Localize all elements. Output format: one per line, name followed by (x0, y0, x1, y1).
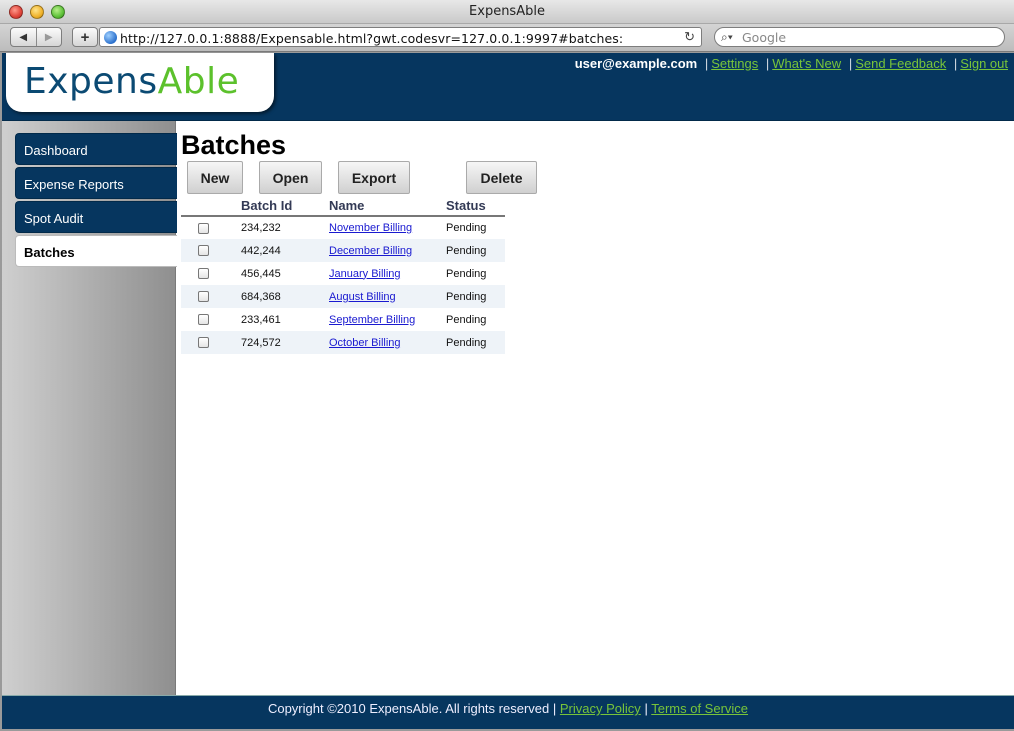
settings-link[interactable]: Settings (711, 56, 758, 71)
sidebar: Dashboard Expense Reports Spot Audit Bat… (2, 121, 177, 695)
nav-separator: | (765, 56, 770, 71)
status-cell: Pending (446, 222, 487, 234)
forward-icon[interactable]: ▶ (35, 28, 62, 46)
batch-id-cell: 233,461 (241, 313, 281, 326)
table-row: 684,368 August Billing Pending (181, 285, 505, 308)
row-checkbox[interactable] (198, 268, 209, 280)
row-checkbox[interactable] (198, 291, 209, 303)
add-bookmark-icon[interactable]: + (72, 27, 98, 47)
batch-name-link[interactable]: August Billing (329, 291, 396, 303)
back-icon[interactable]: ◀ (11, 28, 36, 46)
row-select-cell (181, 308, 241, 331)
status-cell: Pending (446, 285, 505, 308)
batch-name-link[interactable]: December Billing (329, 245, 412, 257)
name-cell: January Billing (329, 262, 446, 285)
batch-id-cell: 684,368 (241, 285, 329, 308)
status-cell: Pending (446, 267, 487, 280)
search-placeholder: Google (742, 30, 787, 45)
browser-toolbar: ◀ ▶ + http://127.0.0.1:8888/Expensable.h… (0, 24, 1014, 52)
name-cell: September Billing (329, 308, 446, 331)
row-select-cell (181, 331, 241, 354)
batch-name-link[interactable]: September Billing (329, 314, 415, 326)
row-checkbox[interactable] (198, 337, 209, 349)
sidebar-item-spot-audit[interactable]: Spot Audit (15, 201, 177, 233)
status-column-header[interactable]: Status (446, 196, 505, 217)
row-select-cell (181, 262, 241, 285)
footer-separator: | (644, 701, 648, 716)
row-checkbox[interactable] (198, 222, 209, 234)
table-row: 724,572 October Billing Pending (181, 331, 505, 354)
nav-buttons: ◀ ▶ (10, 27, 62, 47)
top-nav: user@example.com | Settings | What's New |… (575, 56, 1008, 71)
globe-icon (104, 31, 117, 44)
reload-icon[interactable]: ↻ (684, 29, 695, 45)
status-cell: Pending (446, 239, 505, 262)
name-cell: August Billing (329, 285, 446, 308)
privacy-policy-link[interactable]: Privacy Policy (560, 701, 641, 716)
sidebar-item-dashboard[interactable]: Dashboard (15, 133, 177, 165)
delete-button[interactable]: Delete (466, 161, 537, 194)
row-checkbox[interactable] (198, 245, 209, 257)
new-button[interactable]: New (187, 161, 243, 194)
page: ExpensAble user@example.com | Settings | W… (2, 53, 1014, 729)
row-select-cell (181, 285, 241, 308)
user-email: user@example.com (574, 56, 698, 71)
url-text[interactable]: http://127.0.0.1:8888/Expensable.html?gw… (120, 31, 623, 46)
batches-table: Batch Id Name Status 234,232 November Bi… (181, 196, 505, 354)
page-title: Batches (181, 130, 287, 160)
sidebar-item-expense-reports[interactable]: Expense Reports (15, 167, 177, 199)
batch-name-link[interactable]: October Billing (329, 337, 401, 349)
table-row: 233,461 September Billing Pending (181, 308, 505, 331)
batch-id-cell: 442,244 (241, 239, 329, 262)
logo-text: ExpensAble (24, 61, 239, 102)
batch-id-cell: 234,232 (241, 222, 281, 234)
terms-of-service-link[interactable]: Terms of Service (651, 701, 748, 716)
app-footer: Copyright ©2010 ExpensAble. All rights r… (2, 695, 1014, 729)
copyright-text: Copyright ©2010 ExpensAble. All rights r… (267, 701, 550, 716)
batch-id-cell: 456,445 (241, 267, 281, 280)
logo-text-part2: Able (157, 61, 240, 102)
name-cell: October Billing (329, 331, 446, 354)
app-header: ExpensAble user@example.com | Settings | W… (2, 53, 1014, 121)
export-button[interactable]: Export (338, 161, 410, 194)
batch-id-column-header[interactable]: Batch Id (241, 196, 329, 217)
logo-text-part1: Expens (24, 61, 158, 102)
address-bar[interactable]: http://127.0.0.1:8888/Expensable.html?gw… (99, 27, 702, 47)
name-column-header[interactable]: Name (329, 196, 446, 217)
row-select-cell (181, 239, 241, 262)
search-input[interactable]: ⌕▾ Google (714, 27, 1005, 47)
name-cell: December Billing (329, 239, 446, 262)
table-header-row: Batch Id Name Status (181, 196, 505, 217)
search-icon[interactable]: ⌕▾ (721, 30, 733, 45)
table-row: 234,232 November Billing Pending (181, 216, 505, 239)
row-checkbox[interactable] (198, 314, 209, 326)
nav-separator: | (848, 56, 853, 71)
status-cell: Pending (446, 331, 505, 354)
open-button[interactable]: Open (259, 161, 322, 194)
row-select-cell (181, 216, 241, 239)
logo[interactable]: ExpensAble (6, 53, 274, 112)
batch-name-link[interactable]: January Billing (329, 268, 401, 280)
select-column-header (181, 196, 241, 217)
batch-name-link[interactable]: November Billing (329, 222, 412, 234)
table-row: 456,445 January Billing Pending (181, 262, 505, 285)
send-feedback-link[interactable]: Send Feedback (855, 56, 946, 71)
footer-text: Copyright ©2010 ExpensAble. All rights r… (2, 701, 1014, 716)
window-titlebar: ExpensAble (0, 0, 1014, 24)
nav-separator: | (704, 56, 709, 71)
table-row: 442,244 December Billing Pending (181, 239, 505, 262)
window-title: ExpensAble (469, 4, 545, 19)
sign-out-link[interactable]: Sign out (960, 56, 1008, 71)
footer-separator: | (552, 701, 557, 716)
whats-new-link[interactable]: What's New (772, 56, 841, 71)
batch-id-cell: 724,572 (241, 331, 329, 354)
name-cell: November Billing (329, 216, 446, 239)
status-cell: Pending (446, 313, 487, 326)
sidebar-item-batches[interactable]: Batches (15, 235, 177, 267)
nav-separator: | (953, 56, 958, 71)
